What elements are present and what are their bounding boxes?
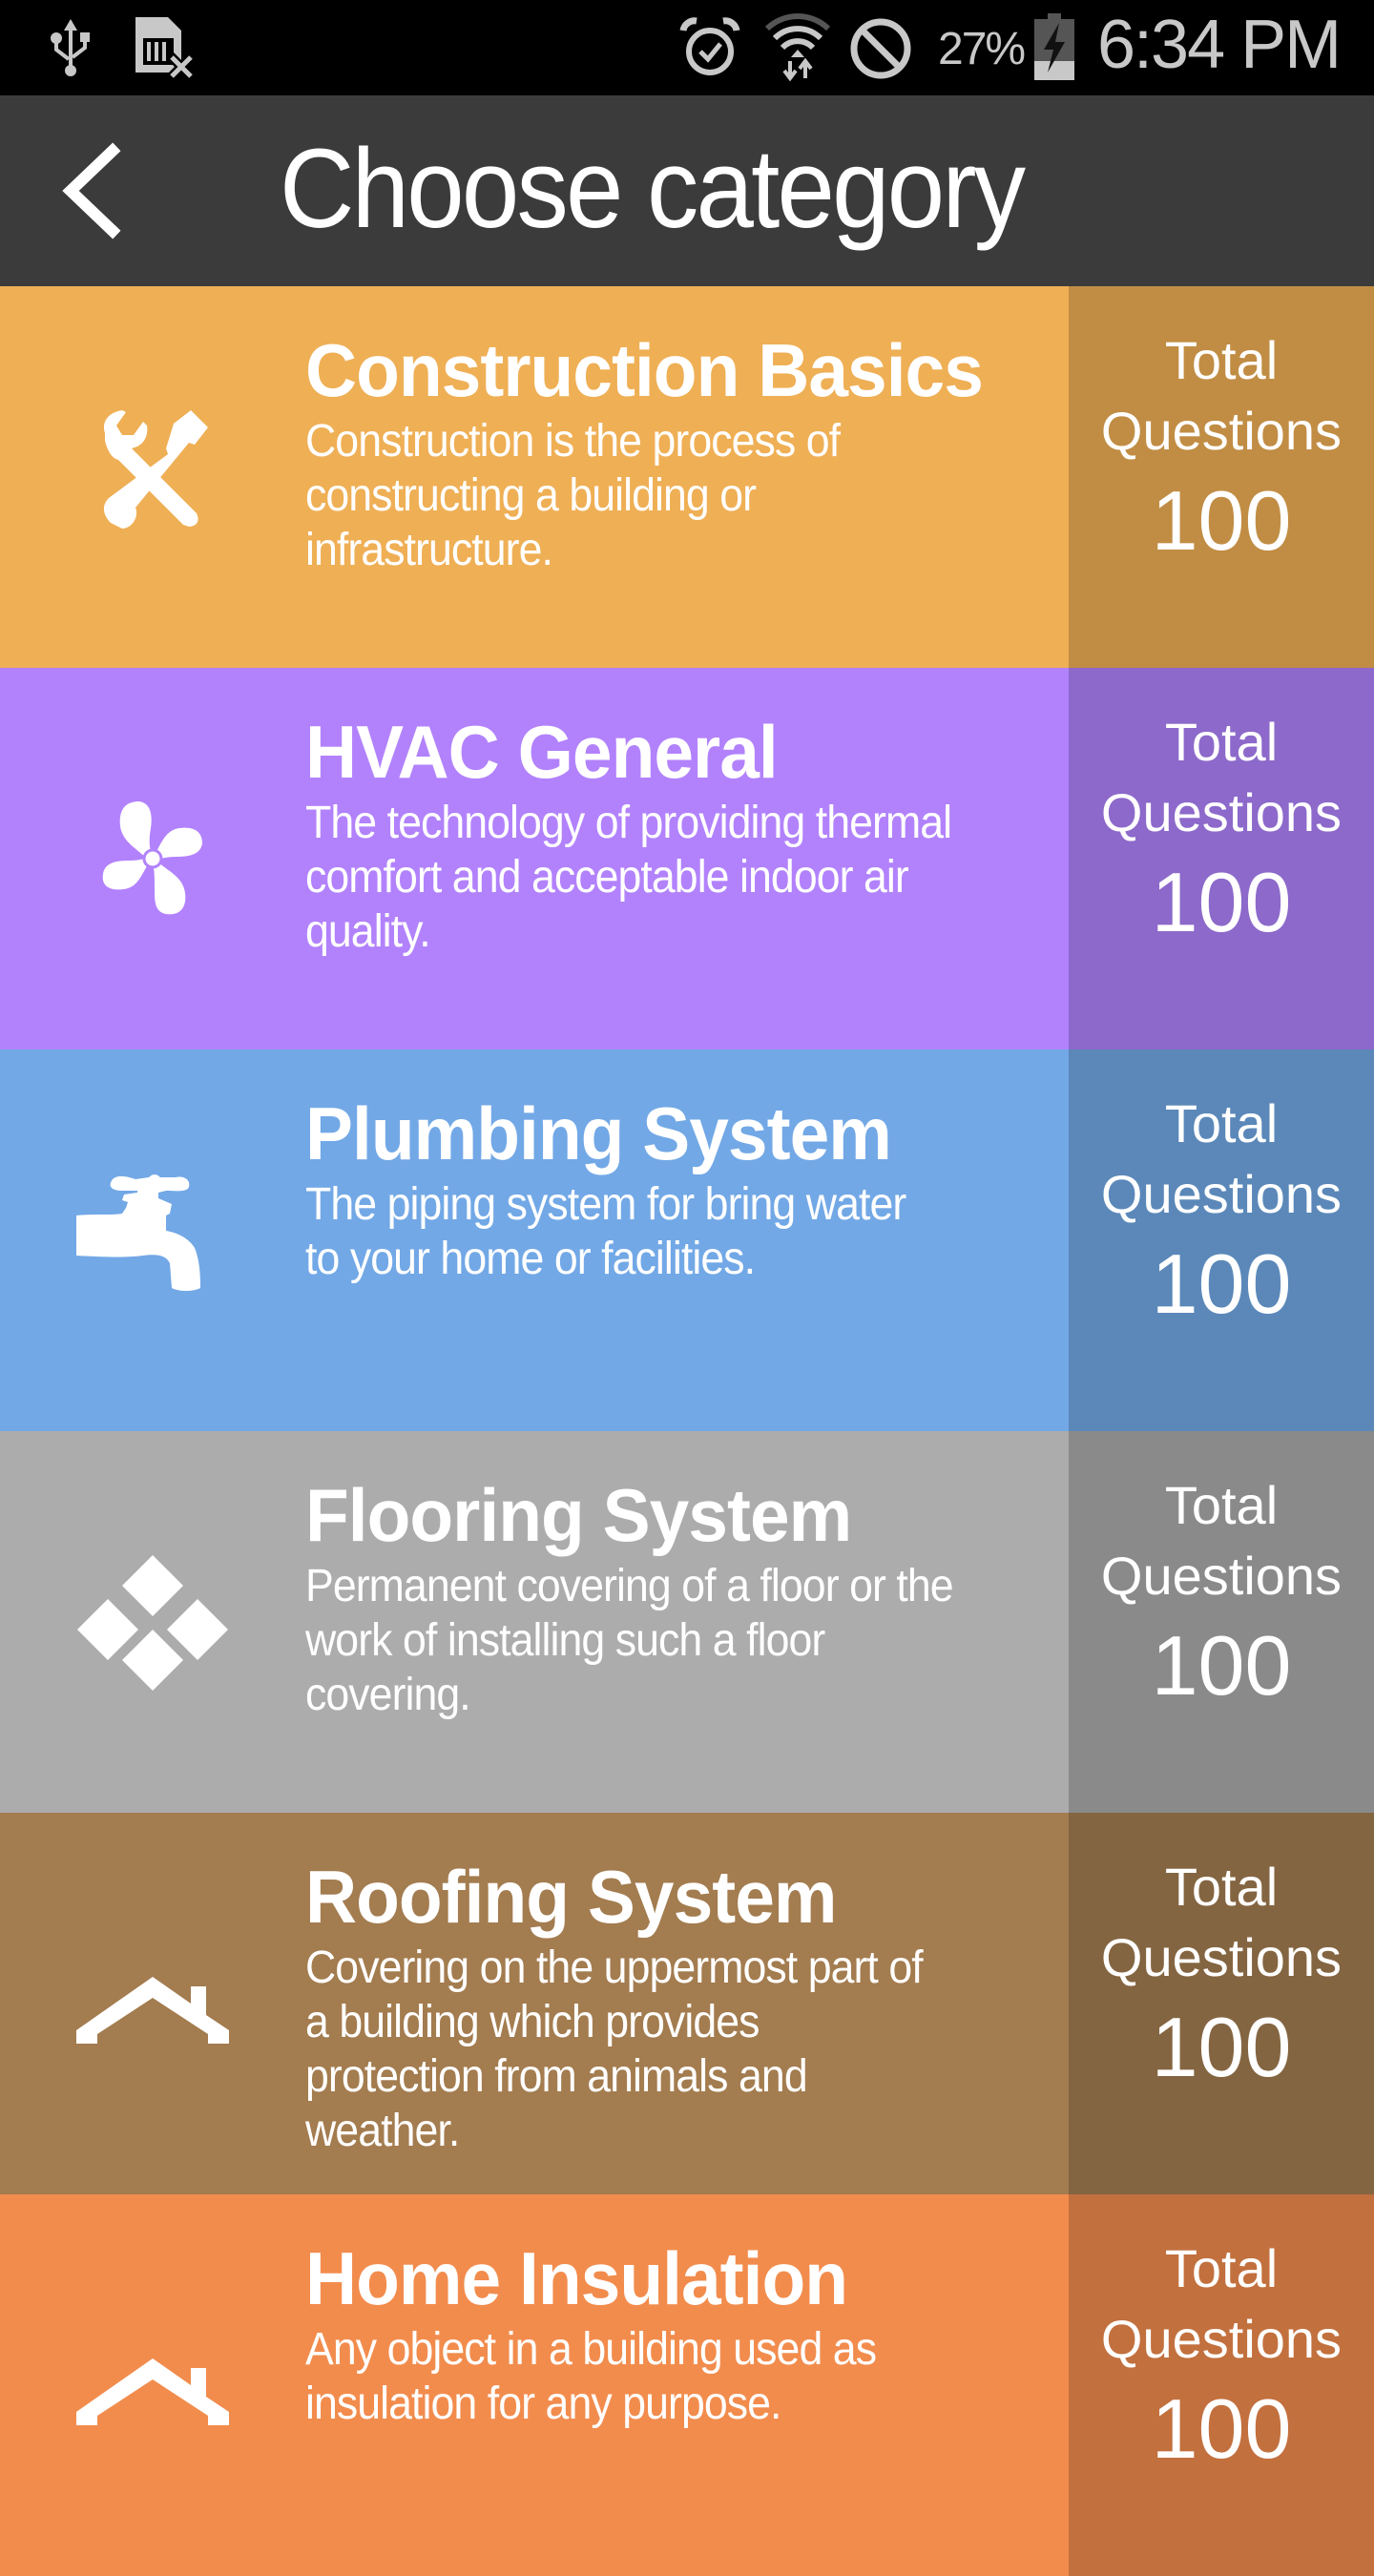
category-description-line: a building which provides bbox=[305, 1997, 760, 2047]
questions-label: Questions bbox=[1100, 2309, 1343, 2369]
category-item-roofing-system[interactable]: Roofing System Covering on the uppermost… bbox=[0, 1813, 1374, 2194]
question-count: 100 bbox=[1151, 855, 1292, 949]
category-body: Plumbing System The piping system for br… bbox=[0, 1049, 1069, 1431]
questions-label: Questions bbox=[1100, 1164, 1343, 1224]
total-label: Total bbox=[1164, 1857, 1279, 1917]
category-description-line: work of installing such a floor bbox=[305, 1615, 825, 1666]
question-count: 100 bbox=[1151, 473, 1292, 568]
question-count: 100 bbox=[1151, 2000, 1292, 2094]
back-button[interactable] bbox=[38, 134, 153, 248]
category-title: HVAC General bbox=[305, 710, 779, 794]
page-title: Choose category bbox=[280, 126, 1026, 252]
roof-icon bbox=[76, 1977, 229, 2044]
total-questions-panel: Total Questions 100 bbox=[1069, 1049, 1374, 1431]
category-title: Construction Basics bbox=[305, 328, 984, 412]
category-body: HVAC General The technology of providing… bbox=[0, 668, 1069, 1049]
category-item-flooring-system[interactable]: Flooring System Permanent covering of a … bbox=[0, 1431, 1374, 1813]
category-title: Home Insulation bbox=[305, 2236, 848, 2320]
roof-icon bbox=[76, 2358, 229, 2425]
category-title: Flooring System bbox=[305, 1473, 852, 1557]
questions-label: Questions bbox=[1100, 1927, 1343, 1987]
category-description-line: constructing a building or bbox=[305, 470, 757, 521]
usb-icon bbox=[51, 19, 90, 76]
total-label: Total bbox=[1164, 330, 1279, 390]
category-body: Flooring System Permanent covering of a … bbox=[0, 1431, 1069, 1813]
category-description-line: Permanent covering of a floor or the bbox=[305, 1561, 954, 1611]
alarm-icon bbox=[679, 17, 740, 75]
category-description-line: The piping system for bring water bbox=[305, 1179, 906, 1230]
category-description-line: covering. bbox=[305, 1670, 471, 1720]
category-description-line: infrastructure. bbox=[305, 525, 553, 575]
category-text: Flooring System Permanent covering of a … bbox=[305, 1469, 1069, 1813]
wifi-data-icon bbox=[765, 13, 830, 82]
category-description-line: comfort and acceptable indoor air bbox=[305, 852, 909, 903]
category-description-line: Covering on the uppermost part of bbox=[305, 1942, 924, 1993]
total-questions-panel: Total Questions 100 bbox=[1069, 668, 1374, 1049]
questions-label: Questions bbox=[1100, 782, 1343, 842]
tools-icon bbox=[103, 410, 208, 529]
floor-tiles-icon bbox=[77, 1555, 228, 1691]
clock: 6:34 PM bbox=[1097, 7, 1342, 83]
category-title: Roofing System bbox=[305, 1855, 838, 1939]
app-header: Choose category bbox=[0, 95, 1374, 286]
total-label: Total bbox=[1164, 2238, 1279, 2298]
questions-label: Questions bbox=[1100, 1546, 1343, 1606]
question-count: 100 bbox=[1151, 1236, 1292, 1331]
category-item-plumbing-system[interactable]: Plumbing System The piping system for br… bbox=[0, 1049, 1374, 1431]
category-list: Construction Basics Construction is the … bbox=[0, 286, 1374, 2576]
category-text: Roofing System Covering on the uppermost… bbox=[305, 1851, 1069, 2194]
category-description-line: insulation for any purpose. bbox=[305, 2379, 781, 2429]
category-text: Construction Basics Construction is the … bbox=[305, 324, 1069, 668]
category-text: Plumbing System The piping system for br… bbox=[305, 1088, 1069, 1431]
total-questions-panel: Total Questions 100 bbox=[1069, 286, 1374, 668]
total-label: Total bbox=[1164, 1475, 1279, 1535]
no-sim-icon bbox=[135, 17, 197, 80]
fan-icon bbox=[102, 801, 202, 915]
category-description-line: quality. bbox=[305, 906, 431, 957]
category-text: HVAC General The technology of providing… bbox=[305, 706, 1069, 1049]
total-label: Total bbox=[1164, 1093, 1279, 1153]
category-description-line: protection from animals and bbox=[305, 2051, 808, 2102]
category-description-line: weather. bbox=[305, 2106, 460, 2156]
category-description-line: to your home or facilities. bbox=[305, 1234, 756, 1284]
category-text: Home Insulation Any object in a building… bbox=[305, 2233, 1069, 2576]
total-questions-panel: Total Questions 100 bbox=[1069, 1813, 1374, 2194]
category-item-construction-basics[interactable]: Construction Basics Construction is the … bbox=[0, 286, 1374, 668]
category-description-line: Construction is the process of bbox=[305, 416, 841, 467]
category-body: Construction Basics Construction is the … bbox=[0, 286, 1069, 668]
status-bar: 27% 6:34 PM bbox=[0, 0, 1374, 95]
do-not-disturb-icon bbox=[850, 18, 911, 79]
faucet-icon bbox=[76, 1174, 200, 1291]
chevron-left-icon bbox=[62, 142, 121, 239]
category-item-hvac-general[interactable]: HVAC General The technology of providing… bbox=[0, 668, 1374, 1049]
category-description-line: Any object in a building used as bbox=[305, 2324, 877, 2375]
question-count: 100 bbox=[1151, 1618, 1292, 1713]
questions-label: Questions bbox=[1100, 401, 1343, 461]
category-body: Home Insulation Any object in a building… bbox=[0, 2194, 1069, 2576]
total-questions-panel: Total Questions 100 bbox=[1069, 1431, 1374, 1813]
category-item-home-insulation[interactable]: Home Insulation Any object in a building… bbox=[0, 2194, 1374, 2576]
battery-percent: 27% bbox=[938, 24, 1026, 74]
question-count: 100 bbox=[1151, 2381, 1292, 2476]
total-questions-panel: Total Questions 100 bbox=[1069, 2194, 1374, 2576]
category-description-line: The technology of providing thermal bbox=[305, 798, 952, 848]
category-body: Roofing System Covering on the uppermost… bbox=[0, 1813, 1069, 2194]
total-label: Total bbox=[1164, 712, 1279, 772]
battery-charging-icon bbox=[1034, 13, 1074, 80]
category-title: Plumbing System bbox=[305, 1091, 892, 1175]
